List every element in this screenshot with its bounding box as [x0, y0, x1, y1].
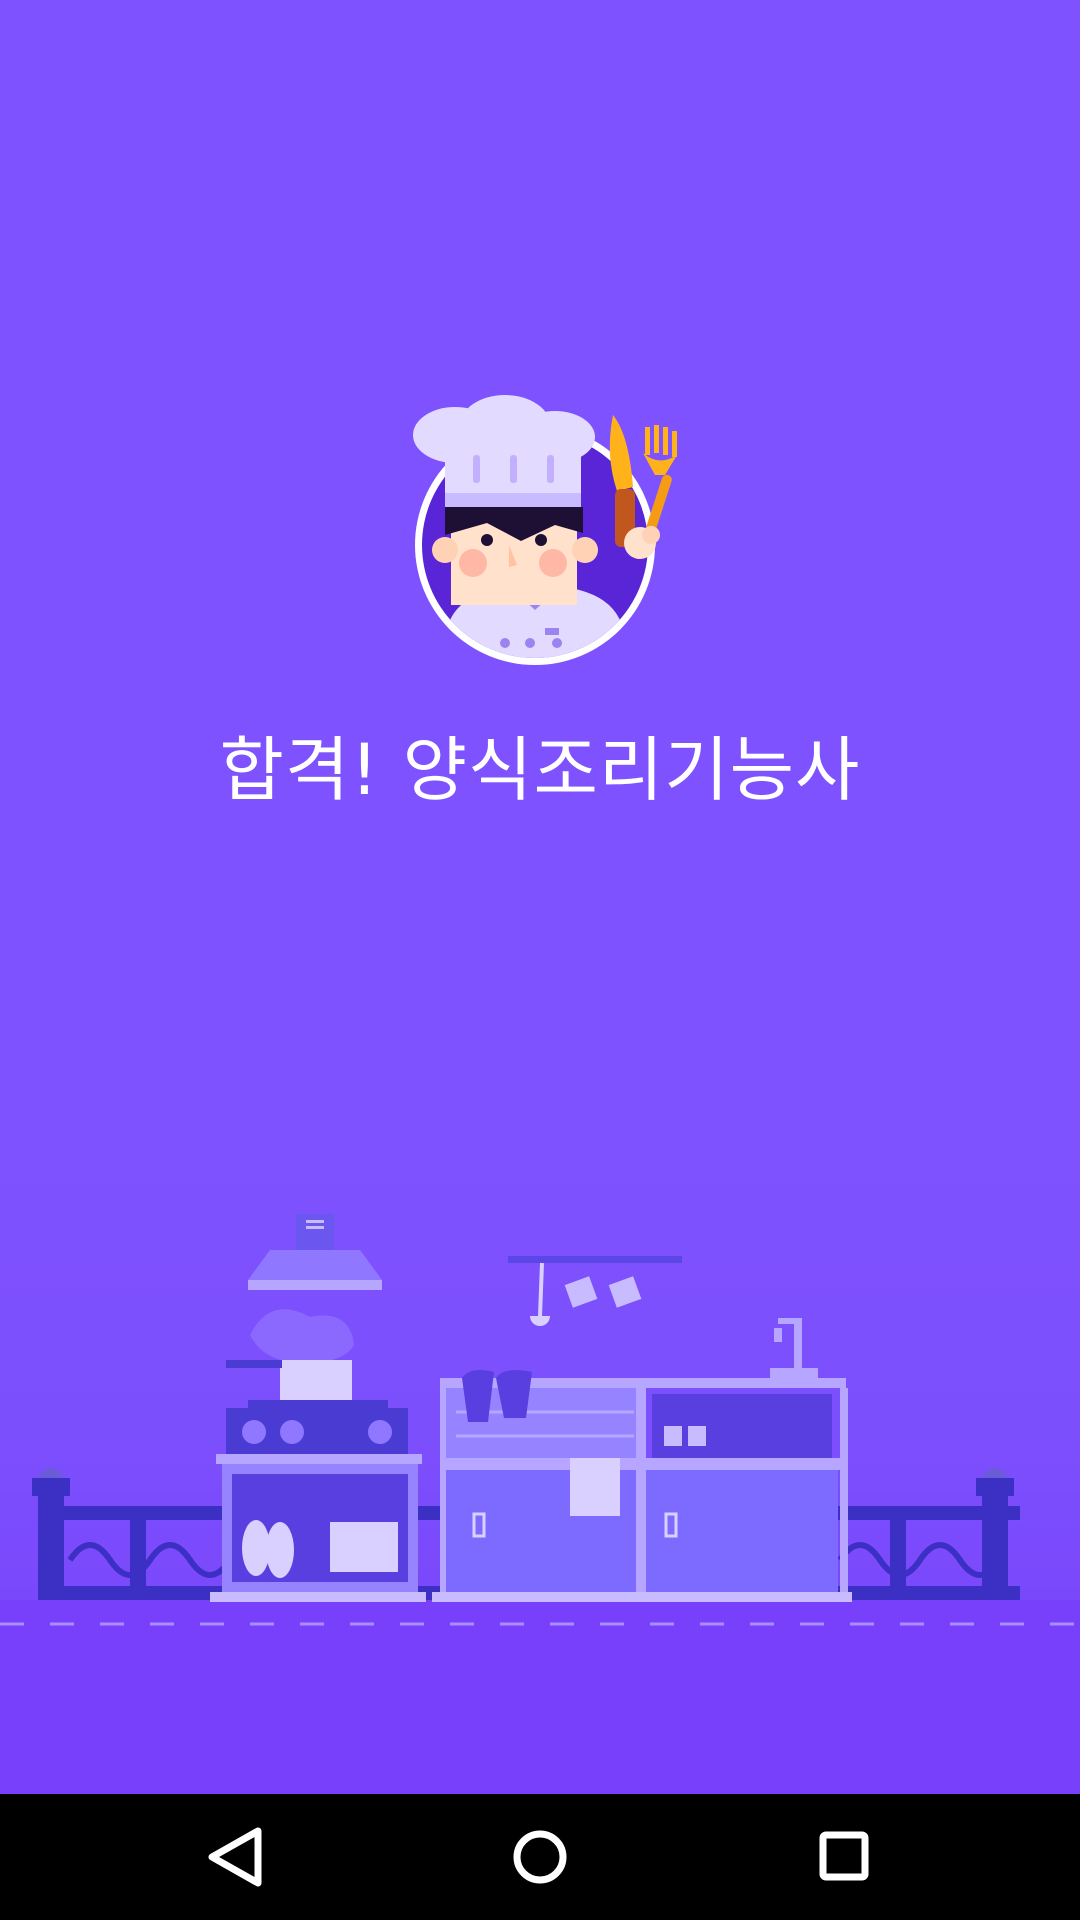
splash-screen: 합격! 양식조리기능사 — [0, 0, 1080, 1920]
chef-mascot-icon — [413, 395, 677, 665]
home-circle-icon[interactable] — [500, 1817, 580, 1897]
splash-background: 합격! 양식조리기능사 — [0, 0, 1080, 1794]
range-hood — [248, 1214, 382, 1290]
recents-square-icon[interactable] — [803, 1817, 883, 1897]
system-nav-bar — [0, 1794, 1080, 1920]
kitchen-illustration — [0, 1214, 1080, 1794]
app-title: 합격! 양식조리기능사 — [219, 729, 861, 811]
stove — [210, 1360, 426, 1602]
back-triangle-icon[interactable] — [196, 1817, 276, 1897]
kitchen-counter — [432, 1318, 852, 1602]
utensil-rail — [508, 1256, 682, 1326]
